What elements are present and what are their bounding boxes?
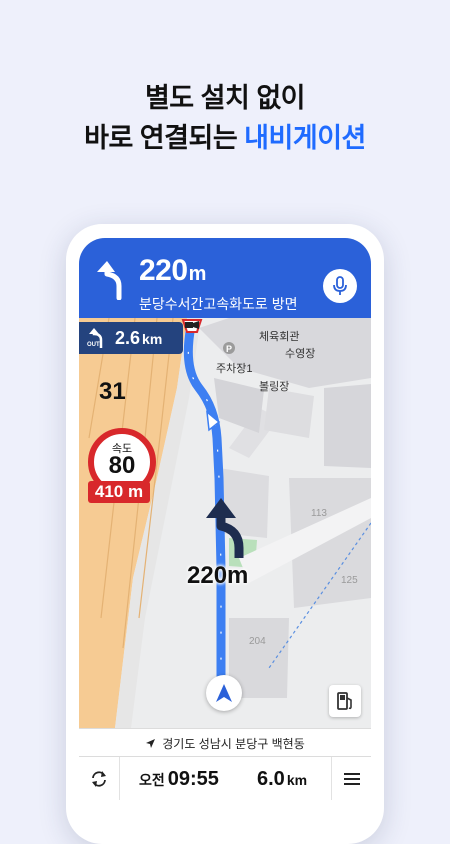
- label-113: 113: [311, 508, 327, 519]
- next-turn-banner: OUT 2.6 km: [79, 322, 183, 354]
- camera-distance: 410 m: [88, 481, 150, 503]
- guidance-bar: 220m 분당수서간고속화도로 방면: [79, 238, 371, 318]
- voice-button[interactable]: [323, 269, 357, 303]
- gas-station-icon: [337, 692, 352, 710]
- location-arrow-icon: [146, 738, 156, 748]
- turn-distance-unit: m: [188, 263, 207, 285]
- current-position-button[interactable]: [206, 675, 242, 711]
- next-turn-distance-value: 2.6: [115, 327, 141, 348]
- next-turn-distance-unit: km: [142, 330, 163, 347]
- navigation-arrow-icon: [216, 684, 232, 702]
- headline-accent: 내비게이션: [244, 123, 366, 153]
- turn-left-arrow-icon: [97, 261, 122, 300]
- remaining-distance: 6.0 km: [257, 768, 307, 791]
- remaining-distance-value: 6.0: [257, 768, 285, 790]
- arrival-time-value: 09:55: [167, 768, 219, 790]
- turn-distance: 220m: [139, 254, 206, 288]
- arrival-ampm: 오전: [139, 772, 165, 788]
- headline-line-1: 별도 설치 없이: [144, 83, 306, 113]
- exit-turn-icon: OUT: [86, 327, 108, 349]
- current-location-bar: 경기도 성남시 분당구 백현동: [79, 728, 371, 757]
- remaining-distance-unit: km: [286, 772, 308, 788]
- road-name: 분당수서간고속화도로 방면: [139, 296, 298, 312]
- label-bowling: 볼링장: [259, 381, 290, 393]
- microphone-icon: [333, 276, 347, 295]
- turn-distance-value: 220: [139, 254, 188, 287]
- label-125: 125: [341, 575, 358, 586]
- hamburger-menu-icon: [344, 773, 360, 785]
- exit-badge-text: OUT: [87, 342, 100, 348]
- road-number: 31: [99, 378, 126, 405]
- promo-headline: 별도 설치 없이 바로 연결되는 내비게이션: [0, 78, 450, 158]
- parking-symbol: P: [226, 344, 232, 354]
- trip-status-bar: 오전 09:55 6.0 km: [79, 756, 371, 800]
- navigation-screen: 220m 분당수서간고속화도로 방면 P 체육회관 수영장 주차장1 볼링장 1…: [79, 238, 371, 800]
- headline-line-2-prefix: 바로 연결되는: [84, 123, 245, 153]
- speed-limit-value: 80: [108, 452, 136, 479]
- label-204: 204: [249, 636, 266, 647]
- reroute-icon: [92, 771, 106, 787]
- gas-station-button[interactable]: [329, 685, 361, 717]
- current-location-text: 경기도 성남시 분당구 백현동: [162, 736, 305, 751]
- reroute-button[interactable]: [79, 757, 120, 800]
- next-turn-distance: 2.6 km: [115, 328, 162, 349]
- headline-line-2: 바로 연결되는 내비게이션: [0, 118, 450, 158]
- label-gym: 체육회관: [259, 331, 300, 343]
- label-parking: 주차장1: [216, 363, 253, 375]
- arrival-time: 오전 09:55: [139, 768, 219, 791]
- route-turn-distance: 220m: [187, 562, 249, 589]
- label-pool: 수영장: [285, 348, 316, 360]
- menu-button[interactable]: [331, 757, 371, 800]
